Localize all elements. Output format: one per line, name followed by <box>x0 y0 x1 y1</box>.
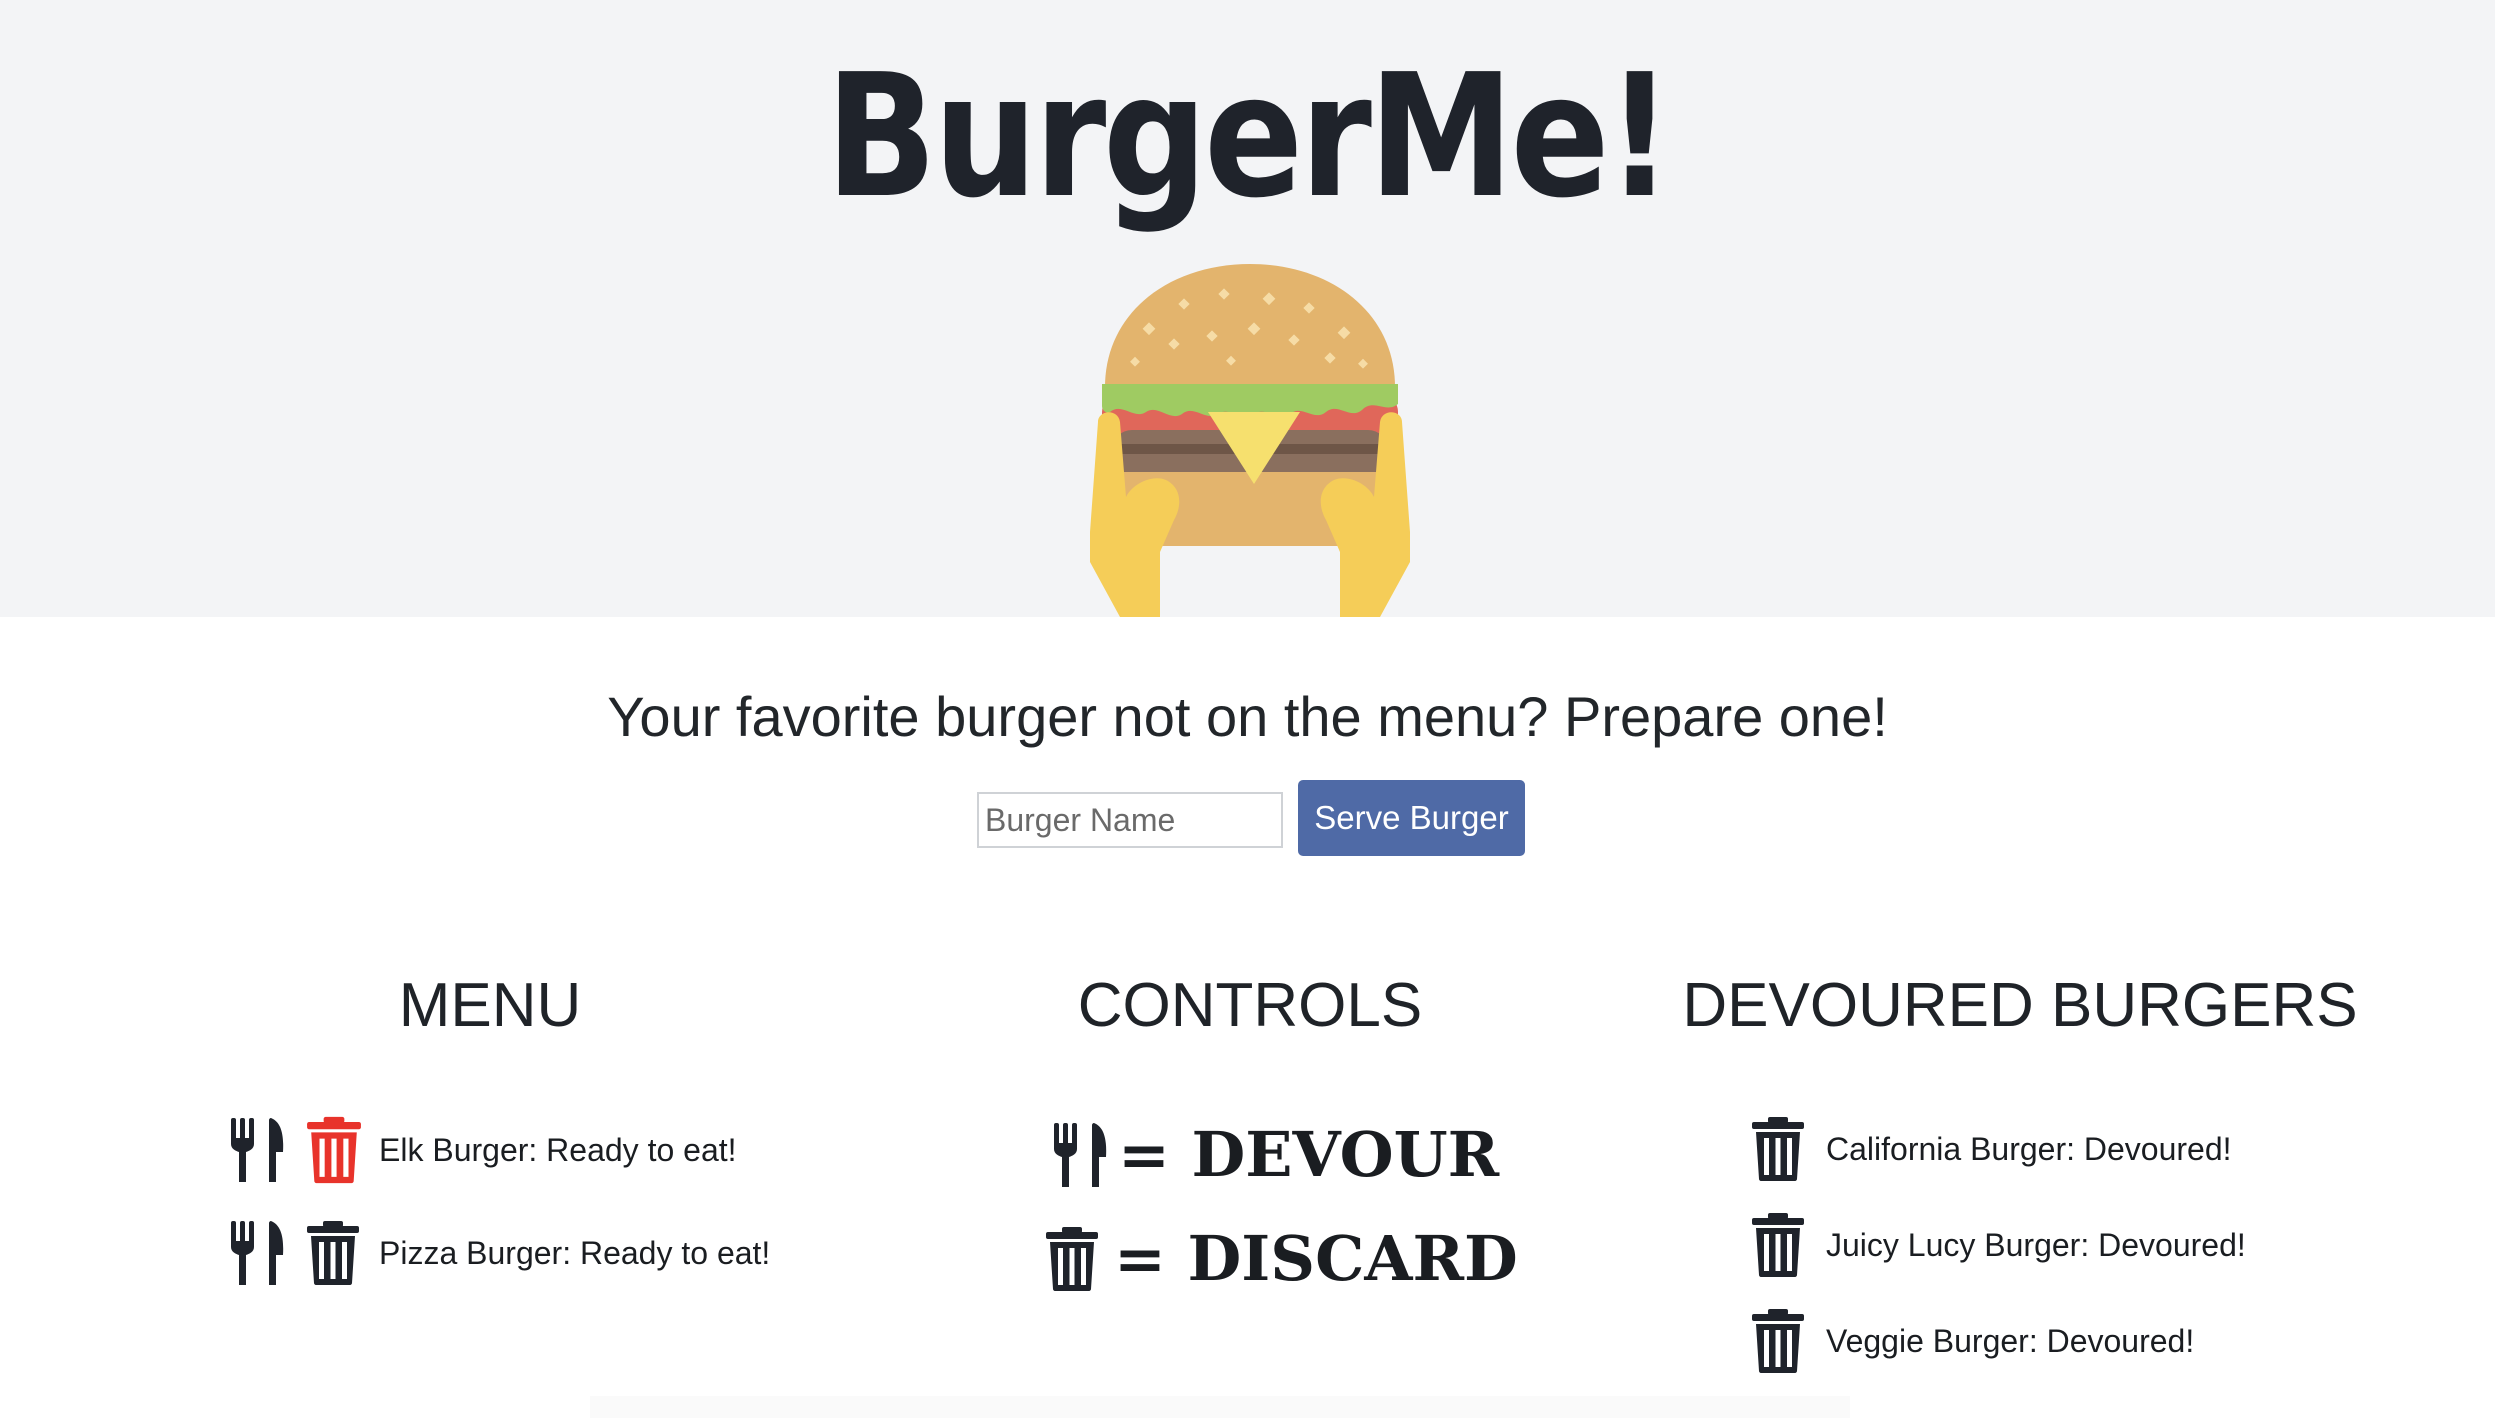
site-title: BurgerMe! <box>825 38 1673 236</box>
menu-item-text: Elk Burger: Ready to eat! <box>379 1131 737 1168</box>
fork-knife-icon[interactable] <box>229 1118 285 1182</box>
menu-list-item: Elk Burger: Ready to eat! <box>229 1116 737 1184</box>
menu-item-text: Pizza Burger: Ready to eat! <box>379 1234 771 1271</box>
burger-in-hands-icon <box>1090 264 1410 617</box>
fork-knife-icon <box>1052 1122 1108 1188</box>
devoured-list-item: California Burger: Devoured! <box>1750 1116 2232 1182</box>
trash-icon[interactable] <box>1750 1212 1806 1278</box>
devoured-item-text: Juicy Lucy Burger: Devoured! <box>1826 1226 2246 1263</box>
devoured-list-item: Juicy Lucy Burger: Devoured! <box>1750 1212 2246 1278</box>
menu-list-item: Pizza Burger: Ready to eat! <box>229 1220 770 1286</box>
trash-icon[interactable] <box>305 1116 363 1184</box>
serve-burger-button[interactable]: Serve Burger <box>1298 780 1525 856</box>
footer-strip <box>590 1396 1850 1418</box>
create-burger-prompt: Your favorite burger not on the menu? Pr… <box>607 685 1888 748</box>
devoured-item-text: Veggie Burger: Devoured! <box>1826 1322 2195 1359</box>
devoured-list-item: Veggie Burger: Devoured! <box>1750 1308 2194 1374</box>
discard-legend: = DISCARD <box>1044 1222 1518 1295</box>
devoured-heading: DEVOURED BURGERS <box>1682 971 2358 1040</box>
devour-legend: = DEVOUR <box>1052 1118 1499 1191</box>
trash-icon[interactable] <box>1750 1308 1806 1374</box>
burger-name-input[interactable] <box>977 792 1283 848</box>
trash-icon <box>1044 1226 1100 1292</box>
controls-heading: CONTROLS <box>1077 971 1423 1040</box>
menu-heading: MENU <box>398 971 582 1040</box>
fork-knife-icon[interactable] <box>229 1221 285 1285</box>
jumbotron-header: BurgerMe! <box>0 0 2495 617</box>
trash-icon[interactable] <box>1750 1116 1806 1182</box>
discard-legend-label: = DISCARD <box>1114 1222 1518 1295</box>
devour-legend-label: = DEVOUR <box>1118 1118 1500 1191</box>
trash-icon[interactable] <box>305 1220 361 1286</box>
devoured-item-text: California Burger: Devoured! <box>1826 1130 2232 1167</box>
